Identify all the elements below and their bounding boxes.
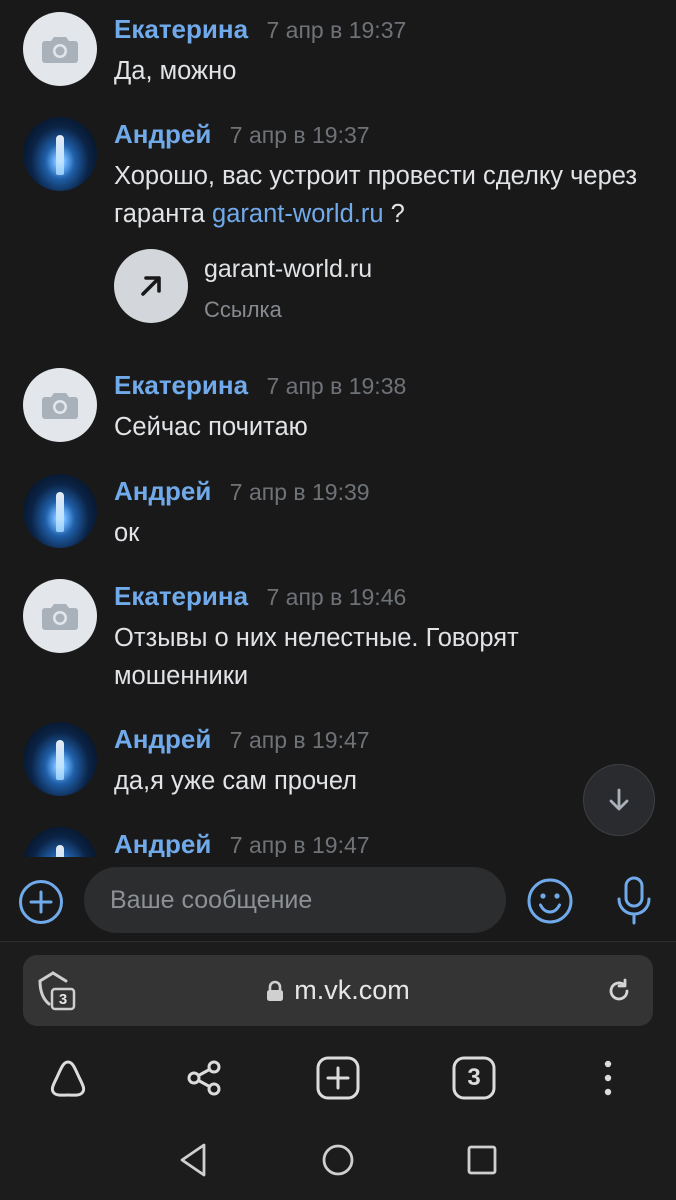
message-text: ок	[114, 519, 140, 547]
share-icon	[187, 1060, 221, 1096]
author-name[interactable]: Андрей	[114, 119, 211, 149]
recents-icon[interactable]	[462, 1140, 502, 1180]
message-text: Отзывы о них нелестные. Говорят мошенник…	[114, 624, 519, 690]
avatar[interactable]	[23, 117, 97, 191]
browser-home-icon	[50, 1060, 86, 1097]
camera-icon	[42, 37, 78, 63]
avatar[interactable]	[23, 12, 97, 86]
more-vertical-icon	[604, 1060, 612, 1096]
link-attachment-title: garant-world.ru	[204, 255, 373, 283]
address-bar[interactable]: 3 m.vk.com	[23, 955, 653, 1026]
reload-icon[interactable]	[605, 977, 633, 1005]
home-button[interactable]	[44, 1054, 92, 1102]
emoji-icon[interactable]	[526, 877, 574, 925]
lock-icon	[267, 980, 284, 1001]
message-time: 7 апр в 19:47	[229, 727, 370, 753]
tabs-button[interactable]: 3	[450, 1054, 498, 1102]
arrow-down-icon	[609, 788, 629, 811]
message-text: Хорошо, вас устроит провести сделку чере…	[114, 157, 644, 233]
message-time: 7 апр в 19:38	[266, 373, 407, 399]
message-time: 7 апр в 19:47	[229, 832, 370, 857]
message-text: Сейчас почитаю	[114, 413, 308, 441]
message-link[interactable]: garant-world.ru	[212, 200, 384, 228]
avatar[interactable]	[23, 827, 97, 857]
avatar[interactable]	[23, 368, 97, 442]
message-input-placeholder: Ваше сообщение	[110, 885, 313, 914]
message-input[interactable]: Ваше сообщение	[84, 867, 506, 933]
author-name[interactable]: Андрей	[114, 829, 211, 857]
link-attachment-icon	[114, 249, 188, 323]
message-list: Екатерина 7 апр в 19:37 Да, можно Андрей…	[0, 0, 676, 857]
camera-icon	[42, 393, 78, 419]
message-text-part: ?	[383, 200, 405, 228]
share-button[interactable]	[180, 1054, 228, 1102]
new-tab-button[interactable]	[314, 1054, 362, 1102]
home-icon[interactable]	[318, 1140, 358, 1180]
message-text: Да, можно	[114, 57, 237, 85]
link-attachment[interactable]: garant-world.ru Ссылка	[114, 249, 514, 325]
microphone-icon[interactable]	[610, 875, 658, 927]
author-name[interactable]: Андрей	[114, 476, 211, 506]
author-name[interactable]: Екатерина	[114, 581, 248, 611]
message-time: 7 апр в 19:37	[229, 122, 370, 148]
back-icon[interactable]	[174, 1140, 214, 1180]
tab-count: 3	[467, 1064, 481, 1091]
menu-button[interactable]	[584, 1054, 632, 1102]
author-name[interactable]: Андрей	[114, 724, 211, 754]
message-time: 7 апр в 19:39	[229, 479, 370, 505]
add-attachment-icon[interactable]	[18, 879, 64, 925]
author-name[interactable]: Екатерина	[114, 14, 248, 44]
scroll-down-button[interactable]	[583, 764, 655, 836]
arrow-up-right-icon	[141, 276, 161, 296]
message-text: да,я уже сам прочел	[114, 767, 358, 795]
avatar[interactable]	[23, 722, 97, 796]
browser-toolbar: 3	[0, 1048, 676, 1104]
author-name[interactable]: Екатерина	[114, 370, 248, 400]
message-composer: Ваше сообщение	[0, 857, 676, 942]
link-attachment-subtitle: Ссылка	[204, 297, 282, 322]
system-navigation-bar	[0, 1134, 676, 1184]
message-time: 7 апр в 19:37	[266, 17, 407, 43]
browser-chrome: 3 m.vk.com 3	[0, 942, 676, 1200]
url-text: m.vk.com	[294, 975, 410, 1005]
plus-square-icon	[316, 1056, 360, 1100]
avatar[interactable]	[23, 474, 97, 548]
message-time: 7 апр в 19:46	[266, 584, 407, 610]
camera-icon	[42, 604, 78, 630]
avatar[interactable]	[23, 579, 97, 653]
